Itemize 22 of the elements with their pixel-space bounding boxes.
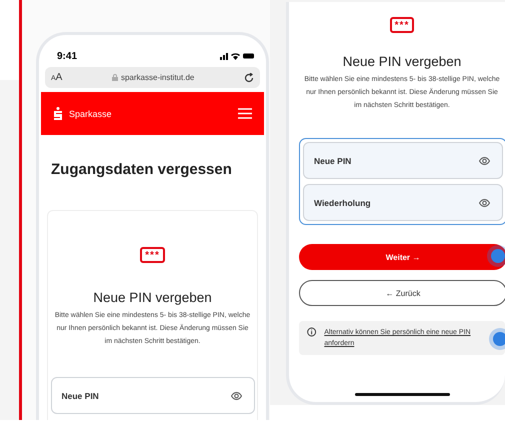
- section-heading: Neue PIN vergeben: [342, 54, 462, 69]
- eye-icon[interactable]: [479, 156, 490, 164]
- pin-badge: ***: [390, 17, 414, 33]
- back-button[interactable]: ← Zurück: [299, 280, 505, 306]
- page-title: Zugangsdaten vergessen: [51, 161, 233, 178]
- section-heading: Neue PIN vergeben: [93, 290, 212, 305]
- pin-input-field[interactable]: Wiederholung: [303, 184, 503, 221]
- eye-icon[interactable]: [479, 198, 490, 206]
- eye-icon[interactable]: [230, 392, 242, 400]
- status-icons: [220, 52, 254, 60]
- url-text: sparkasse-institut.de: [112, 73, 194, 82]
- continue-button[interactable]: Weiter →: [299, 244, 505, 270]
- pin-input-field[interactable]: Neue PIN: [50, 377, 254, 414]
- info-icon: [307, 327, 316, 337]
- pin-badge: ***: [140, 247, 165, 263]
- logo-icon: [53, 107, 63, 120]
- lock-icon: [112, 74, 118, 81]
- status-time: 9:41: [57, 50, 78, 62]
- menu-icon[interactable]: [238, 108, 252, 119]
- pin-input-field[interactable]: Neue PIN: [303, 142, 503, 179]
- reload-icon[interactable]: [244, 72, 254, 82]
- brand-name: Sparkasse: [69, 108, 112, 118]
